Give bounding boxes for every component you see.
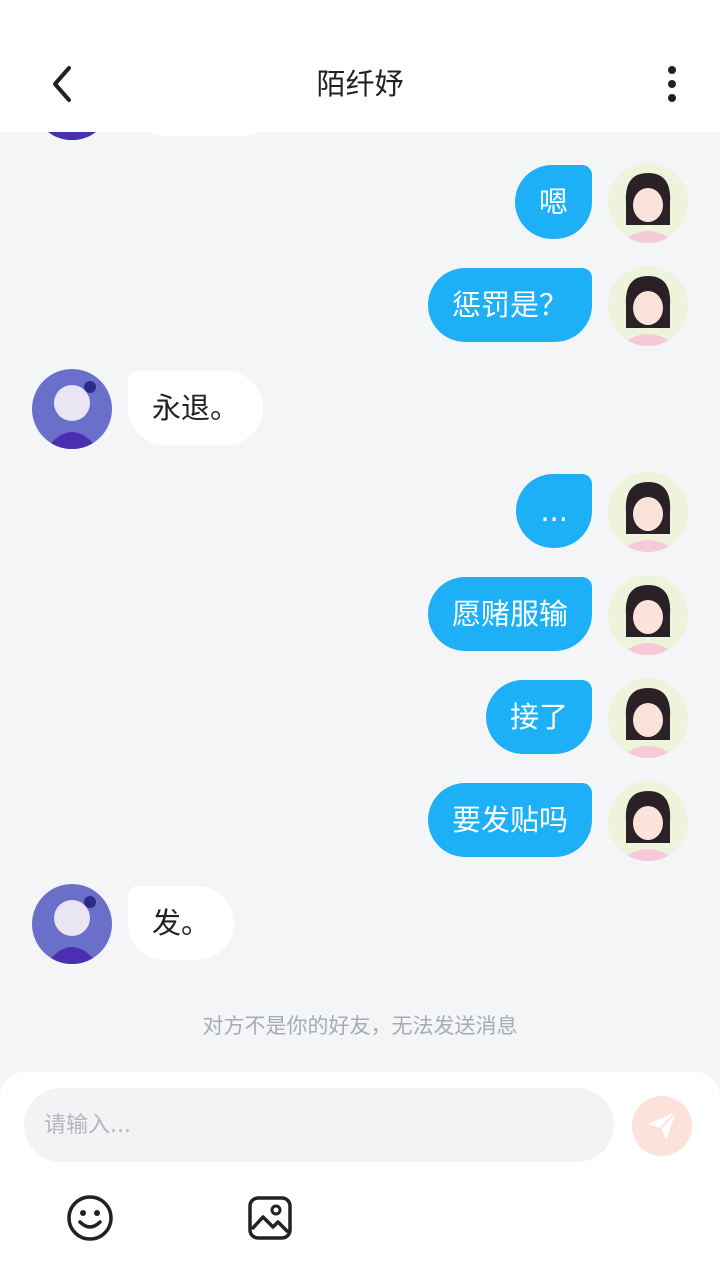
message-row: 永退。 [0, 369, 720, 449]
message-row: 接了 [0, 678, 720, 758]
emoji-button[interactable] [64, 1192, 116, 1244]
message-bubble-partial [128, 132, 278, 136]
send-button[interactable] [632, 1096, 692, 1156]
message-row: 发。 [0, 884, 720, 964]
message-row: 愿赌服输 [0, 575, 720, 655]
message-input[interactable] [24, 1088, 614, 1162]
message-row: ... [0, 472, 720, 552]
contact-avatar[interactable] [32, 132, 112, 140]
my-avatar[interactable] [608, 575, 688, 655]
contact-avatar[interactable] [32, 884, 112, 964]
chat-title: 陌纤妤 [316, 67, 404, 101]
not-friend-notice: 对方不是你的好友，无法发送消息 [202, 1014, 518, 1038]
message-list[interactable]: 嗯 惩罚是？ 永退。 ... 愿赌服输 接了 要发贴吗 发。 对方不是你的好友，… [0, 132, 720, 1072]
message-bubble[interactable]: 发。 [128, 886, 235, 960]
more-button[interactable] [650, 62, 694, 106]
message-bubble[interactable]: 永退。 [128, 371, 264, 445]
message-bubble[interactable]: ... [516, 474, 592, 548]
image-icon [248, 1196, 292, 1240]
image-button[interactable] [244, 1192, 296, 1244]
message-bubble[interactable]: 嗯 [514, 165, 592, 239]
my-avatar[interactable] [608, 266, 688, 346]
message-bubble[interactable]: 接了 [485, 680, 592, 754]
message-bubble[interactable]: 惩罚是？ [427, 268, 592, 342]
my-avatar[interactable] [608, 781, 688, 861]
contact-avatar[interactable] [32, 369, 112, 449]
my-avatar[interactable] [608, 678, 688, 758]
message-row-partial [0, 132, 720, 140]
message-bubble[interactable]: 愿赌服输 [427, 577, 592, 651]
more-vertical-icon [668, 66, 676, 102]
message-row: 惩罚是？ [0, 266, 720, 346]
chat-header: 陌纤妤 [0, 0, 720, 132]
emoji-icon [67, 1195, 113, 1241]
message-row: 要发贴吗 [0, 781, 720, 861]
composer-panel [0, 1072, 720, 1280]
my-avatar[interactable] [608, 472, 688, 552]
message-row: 嗯 [0, 163, 720, 243]
my-avatar[interactable] [608, 163, 688, 243]
send-icon [648, 1111, 677, 1140]
message-bubble[interactable]: 要发贴吗 [427, 783, 592, 857]
